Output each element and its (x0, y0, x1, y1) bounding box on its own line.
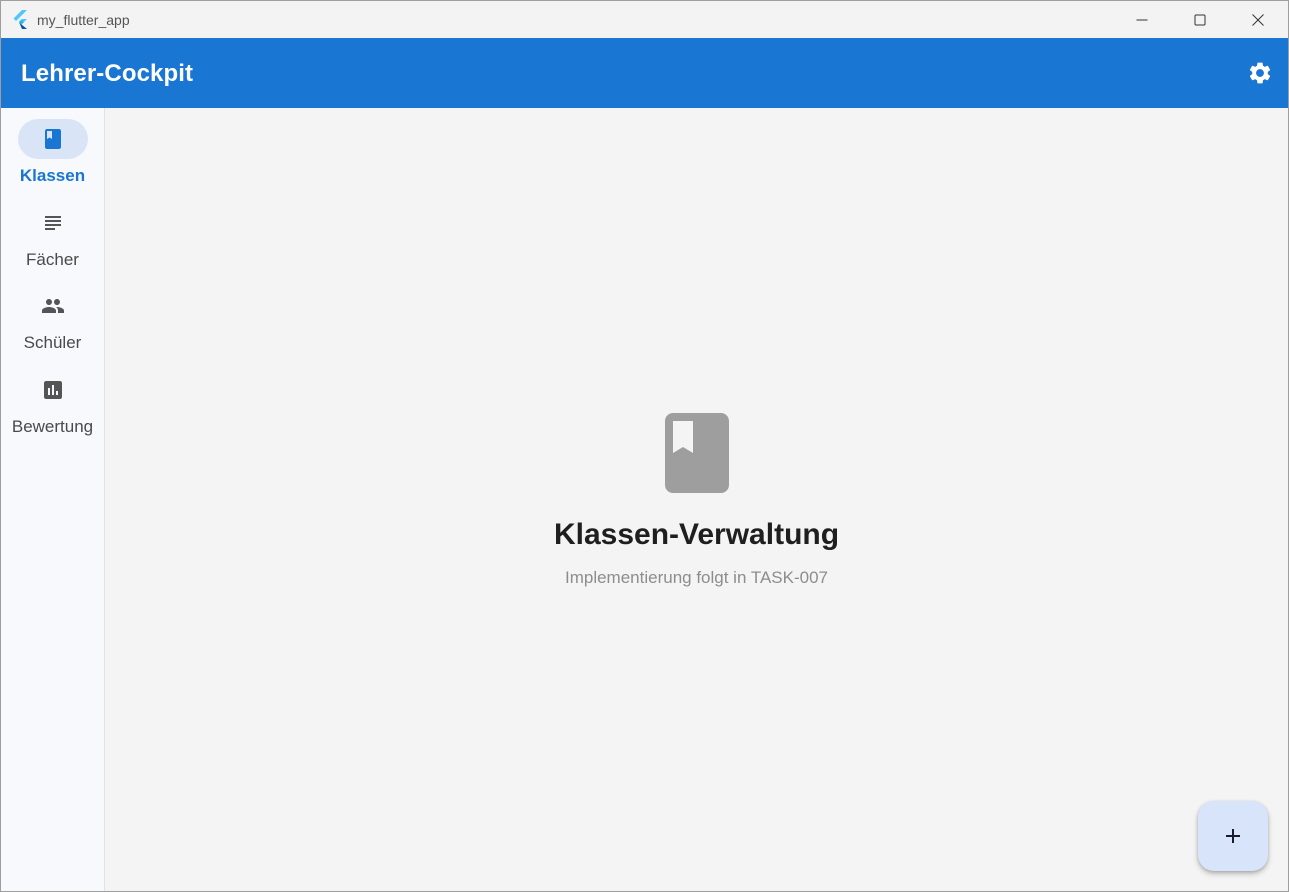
minimize-button[interactable] (1113, 1, 1171, 38)
window-title: my_flutter_app (37, 12, 130, 28)
plus-icon (1226, 829, 1240, 843)
maximize-button[interactable] (1171, 1, 1229, 38)
rail-item-schueler[interactable]: Schüler (1, 275, 104, 359)
rail-item-label: Fächer (26, 250, 79, 269)
maximize-icon (1194, 14, 1206, 25)
subject-icon (45, 216, 61, 230)
page-subtitle: Implementierung folgt in TASK-007 (564, 568, 828, 587)
add-button[interactable] (1198, 801, 1268, 871)
rail-item-bewertung[interactable]: Bewertung (1, 359, 104, 443)
close-icon (1252, 13, 1264, 26)
rail-item-faecher[interactable]: Fächer (1, 192, 104, 276)
rail-item-label: Klassen (19, 166, 86, 185)
close-button[interactable] (1229, 1, 1287, 38)
navigation-rail: Klassen Fächer Schüler Bewertung (1, 108, 105, 891)
gear-icon[interactable] (1247, 60, 1273, 86)
minimize-icon (1136, 19, 1148, 20)
window-titlebar[interactable]: my_flutter_app (1, 1, 1288, 38)
app-bar: Lehrer-Cockpit (1, 38, 1288, 108)
people-icon (42, 299, 64, 313)
bar-chart-icon (44, 381, 62, 399)
book-icon (665, 413, 729, 493)
flutter-logo-icon (13, 10, 27, 29)
book-icon (45, 129, 61, 149)
app-title: Lehrer-Cockpit (21, 60, 194, 87)
rail-item-label: Bewertung (11, 417, 94, 436)
main-content: Klassen-Verwaltung Implementierung folgt… (105, 108, 1288, 891)
page-title: Klassen-Verwaltung (553, 518, 840, 551)
rail-item-label: Schüler (23, 333, 82, 352)
rail-item-klassen[interactable]: Klassen (1, 108, 104, 192)
app-window: my_flutter_app Lehrer-Cockpit Klassen Fä… (0, 0, 1289, 892)
